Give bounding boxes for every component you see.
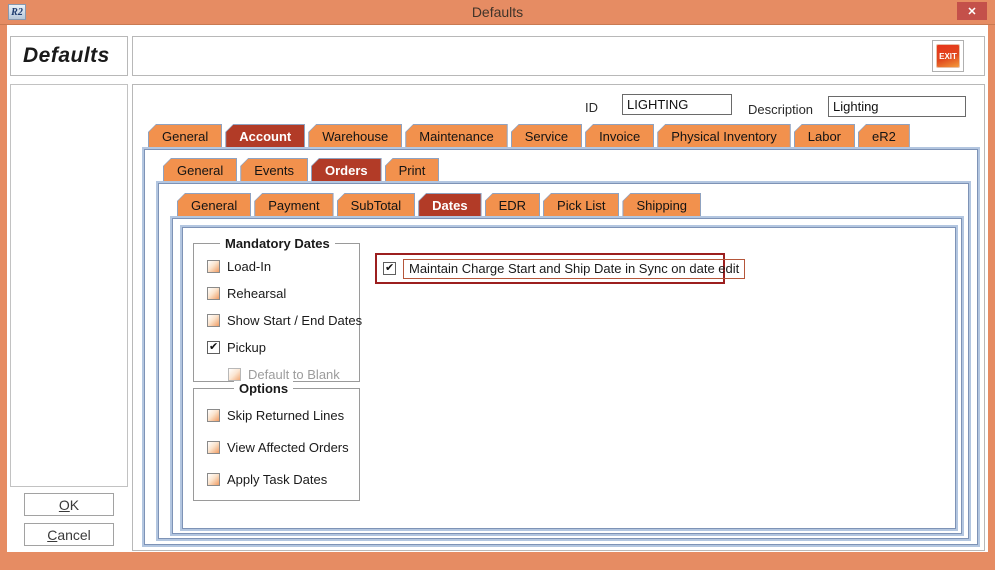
tab-invoice[interactable]: Invoice: [585, 124, 654, 147]
tab-label: Orders: [312, 159, 381, 181]
checkbox-icon: [228, 368, 241, 381]
close-icon[interactable]: ✕: [957, 2, 987, 20]
tab-general-l1[interactable]: General: [148, 124, 222, 147]
checkbox-rehearsal[interactable]: Rehearsal: [207, 286, 359, 301]
tab-label: Warehouse: [309, 125, 401, 147]
checkbox-load-in[interactable]: Load-In: [207, 259, 359, 274]
left-sidebar-panel: [10, 84, 128, 487]
tab-general-l3[interactable]: General: [177, 193, 251, 216]
sync-option-label: Maintain Charge Start and Ship Date in S…: [403, 259, 745, 279]
checkbox-label: Default to Blank: [248, 367, 340, 382]
tab-label: Dates: [419, 194, 480, 216]
id-label: ID: [585, 100, 598, 115]
tab-label: Events: [241, 159, 307, 181]
dates-tab-panel: Mandatory Dates Load-In Rehearsal: [170, 216, 964, 536]
cancel-button-label: Cancel: [47, 527, 91, 543]
id-field[interactable]: [622, 94, 732, 115]
description-label: Description: [748, 102, 813, 117]
tab-label: Account: [226, 125, 304, 147]
sync-option-highlight: Maintain Charge Start and Ship Date in S…: [375, 253, 725, 284]
tab-label: General: [164, 159, 236, 181]
tab-subtotal[interactable]: SubTotal: [337, 193, 416, 216]
checkbox-icon: [207, 341, 220, 354]
tabs-level2: General Events Orders Print: [163, 158, 439, 181]
tab-warehouse[interactable]: Warehouse: [308, 124, 402, 147]
exit-button[interactable]: EXIT: [936, 44, 960, 68]
tabs-level1: General Account Warehouse Maintenance Se…: [148, 124, 910, 147]
tab-dates[interactable]: Dates: [418, 193, 481, 216]
checkbox-icon: [207, 473, 220, 486]
checkbox-icon: [383, 262, 396, 275]
tab-label: Labor: [795, 125, 854, 147]
cancel-button[interactable]: Cancel: [24, 523, 114, 546]
tab-label: EDR: [486, 194, 539, 216]
options-group: Options Skip Returned Lines View Affecte…: [193, 388, 360, 501]
checkbox-icon: [207, 287, 220, 300]
tab-label: General: [149, 125, 221, 147]
checkbox-show-start-end-dates[interactable]: Show Start / End Dates: [207, 313, 359, 328]
tab-physical-inventory[interactable]: Physical Inventory: [657, 124, 791, 147]
main-panel: ID Description General Account Warehouse…: [132, 84, 985, 551]
options-title: Options: [234, 381, 293, 396]
checkbox-label: Pickup: [227, 340, 266, 355]
checkbox-label: Load-In: [227, 259, 271, 274]
checkbox-apply-task-dates[interactable]: Apply Task Dates: [207, 472, 359, 487]
tab-general-l2[interactable]: General: [163, 158, 237, 181]
checkbox-skip-returned-lines[interactable]: Skip Returned Lines: [207, 408, 359, 423]
tab-label: Payment: [255, 194, 332, 216]
tab-print[interactable]: Print: [385, 158, 440, 181]
tab-label: Print: [386, 159, 439, 181]
tab-label: General: [178, 194, 250, 216]
tab-label: Maintenance: [406, 125, 506, 147]
exit-button-frame: EXIT: [932, 40, 964, 72]
checkbox-label: Apply Task Dates: [227, 472, 327, 487]
app-logo-icon: R2: [8, 4, 26, 20]
tabs-level3: General Payment SubTotal Dates EDR Pick …: [177, 193, 701, 216]
tab-orders[interactable]: Orders: [311, 158, 382, 181]
tab-label: Physical Inventory: [658, 125, 790, 147]
tab-maintenance[interactable]: Maintenance: [405, 124, 507, 147]
tab-labor[interactable]: Labor: [794, 124, 855, 147]
orders-tab-panel: General Payment SubTotal Dates EDR Pick …: [156, 181, 971, 541]
tab-service[interactable]: Service: [511, 124, 582, 147]
page-title: Defaults: [10, 36, 128, 76]
tab-label: eR2: [859, 125, 909, 147]
checkbox-pickup[interactable]: Pickup: [207, 340, 359, 355]
tab-shipping[interactable]: Shipping: [622, 193, 701, 216]
tab-label: SubTotal: [338, 194, 415, 216]
checkbox-default-to-blank: Default to Blank: [228, 367, 359, 382]
description-field[interactable]: [828, 96, 966, 117]
checkbox-label: Skip Returned Lines: [227, 408, 344, 423]
defaults-window: { "window": { "title": "Defaults", "app_…: [0, 0, 995, 570]
tab-payment[interactable]: Payment: [254, 193, 333, 216]
checkbox-label: Rehearsal: [227, 286, 286, 301]
account-tab-panel: General Events Orders Print General Paym…: [142, 147, 980, 547]
dialog-body: Defaults EXIT OK Cancel ID Description G…: [7, 25, 988, 552]
checkbox-icon: [207, 314, 220, 327]
dates-content-panel: Mandatory Dates Load-In Rehearsal: [180, 225, 958, 531]
mandatory-dates-title: Mandatory Dates: [220, 236, 335, 251]
checkbox-label: View Affected Orders: [227, 440, 349, 455]
checkbox-icon: [207, 260, 220, 273]
checkbox-maintain-sync[interactable]: [383, 262, 396, 275]
toolbar: EXIT: [132, 36, 985, 76]
checkbox-icon: [207, 409, 220, 422]
tab-edr[interactable]: EDR: [485, 193, 540, 216]
title-bar: R2 Defaults ✕: [0, 0, 995, 25]
checkbox-view-affected-orders[interactable]: View Affected Orders: [207, 440, 359, 455]
tab-er2[interactable]: eR2: [858, 124, 910, 147]
checkbox-icon: [207, 441, 220, 454]
tab-events[interactable]: Events: [240, 158, 308, 181]
tab-label: Pick List: [544, 194, 618, 216]
checkbox-label: Show Start / End Dates: [227, 313, 362, 328]
ok-button-label: OK: [59, 497, 79, 513]
tab-account[interactable]: Account: [225, 124, 305, 147]
tab-label: Service: [512, 125, 581, 147]
mandatory-dates-group: Mandatory Dates Load-In Rehearsal: [193, 243, 360, 382]
window-title: Defaults: [0, 4, 995, 20]
ok-button[interactable]: OK: [24, 493, 114, 516]
tab-label: Invoice: [586, 125, 653, 147]
tab-label: Shipping: [623, 194, 700, 216]
tab-pick-list[interactable]: Pick List: [543, 193, 619, 216]
